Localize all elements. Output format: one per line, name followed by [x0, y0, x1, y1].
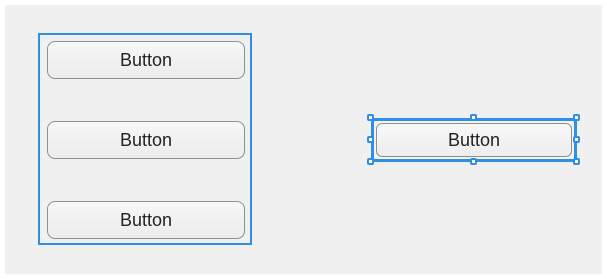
selected-button[interactable]: Button — [376, 123, 572, 157]
resize-handle-middle-left[interactable] — [367, 136, 374, 143]
resize-handle-top-right[interactable] — [573, 114, 580, 121]
group-button-3[interactable]: Button — [47, 201, 245, 239]
resize-handle-bottom-middle[interactable] — [470, 158, 477, 165]
resize-handle-bottom-right[interactable] — [573, 158, 580, 165]
resize-handle-top-left[interactable] — [367, 114, 374, 121]
group-button-1[interactable]: Button — [47, 41, 245, 79]
resize-handle-middle-right[interactable] — [573, 136, 580, 143]
resize-handle-top-middle[interactable] — [470, 114, 477, 121]
resize-handle-bottom-left[interactable] — [367, 158, 374, 165]
group-button-2[interactable]: Button — [47, 121, 245, 159]
selected-button-outline[interactable]: Button — [371, 118, 577, 162]
